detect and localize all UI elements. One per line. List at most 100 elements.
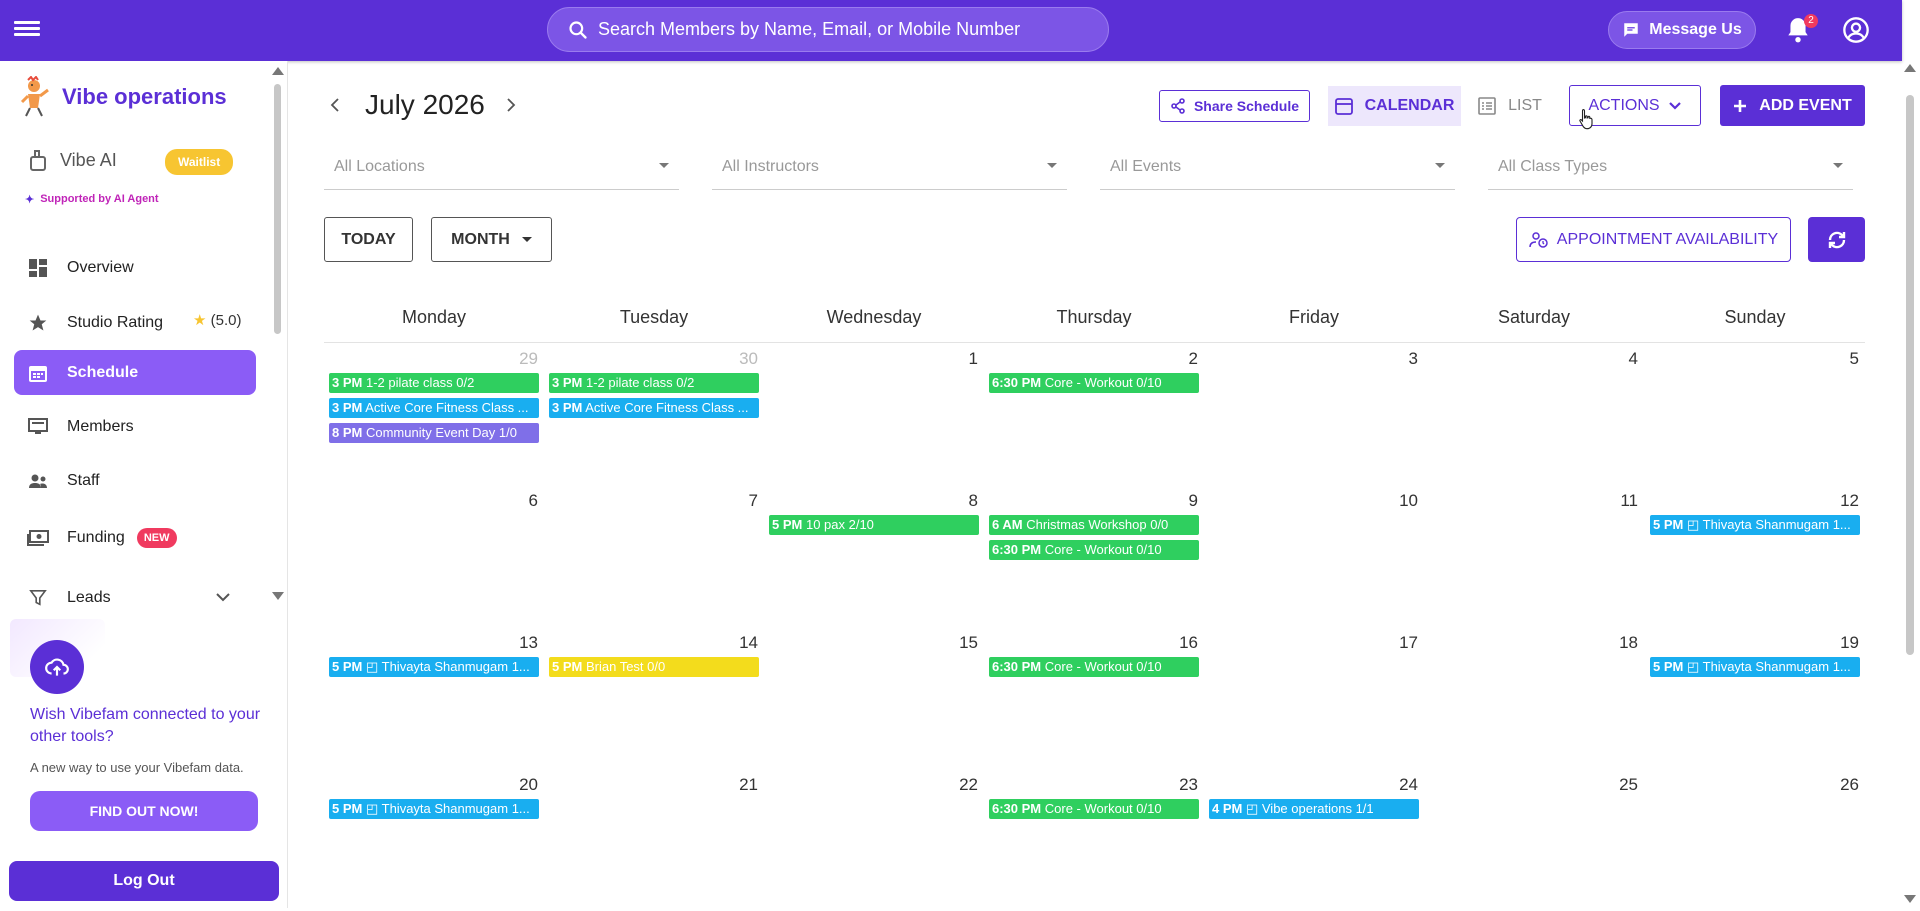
calendar-event[interactable]: 5 PM Brian Test 0/0 <box>549 657 759 677</box>
day-cell[interactable]: 29 3 PM 1-2 pilate class 0/2 3 PM Active C… <box>324 343 544 485</box>
logout-button[interactable]: Log Out <box>9 861 279 901</box>
day-number: 2 <box>1188 349 1198 368</box>
view-mode-dropdown[interactable]: MONTH <box>431 217 552 262</box>
day-cell[interactable]: 26 <box>1645 769 1865 911</box>
calendar-event[interactable]: 6:30 PM Core - Workout 0/10 <box>989 373 1199 393</box>
share-schedule-label: Share Schedule <box>1193 98 1300 114</box>
calendar-event[interactable]: 6:30 PM Core - Workout 0/10 <box>989 799 1199 819</box>
events-filter[interactable]: All Events <box>1100 145 1455 190</box>
sidebar-item-staff[interactable]: Staff <box>14 458 256 503</box>
sidebar-item-overview[interactable]: Overview <box>14 245 256 290</box>
search-placeholder: Search Members by Name, Email, or Mobile… <box>598 19 1021 39</box>
class-types-filter[interactable]: All Class Types <box>1488 145 1853 190</box>
sidebar-scroll-down-icon[interactable] <box>272 592 284 600</box>
account-circle-icon[interactable] <box>1842 16 1870 44</box>
sidebar-item-members[interactable]: Members <box>14 404 256 449</box>
sidebar-scroll-up-icon[interactable] <box>272 67 284 75</box>
sidebar-scrollbar-thumb[interactable] <box>274 84 281 334</box>
calendar-event[interactable]: 6 AM Christmas Workshop 0/0 <box>989 515 1199 535</box>
calendar-event[interactable]: 6:30 PM Core - Workout 0/10 <box>989 657 1199 677</box>
day-number: 15 <box>959 633 978 652</box>
day-number: 26 <box>1840 775 1859 794</box>
day-cell[interactable]: 5 <box>1645 343 1865 485</box>
day-cell[interactable]: 9 6 AM Christmas Workshop 0/0 6:30 PM Core… <box>984 485 1204 627</box>
add-event-button[interactable]: ADD EVENT <box>1720 85 1865 126</box>
member-search-input[interactable]: Search Members by Name, Email, or Mobile… <box>547 7 1109 52</box>
event-time: 5 PM <box>1653 517 1684 532</box>
calendar-outline-icon <box>1334 98 1353 115</box>
calendar-event[interactable]: 5 PM 10 pax 2/10 <box>769 515 979 535</box>
calendar-event[interactable]: 4 PM ◰ Vibe operations 1/1 <box>1209 799 1419 819</box>
sidebar-item-label: Funding <box>67 528 125 546</box>
calendar-event[interactable]: 5 PM ◰ Thivayta Shanmugam 1... <box>329 657 539 677</box>
day-cell[interactable]: 19 5 PM ◰ Thivayta Shanmugam 1... <box>1645 627 1865 769</box>
events-filter-value: All Events <box>1110 158 1182 175</box>
sidebar-item-funding[interactable]: Funding NEW <box>14 515 256 560</box>
day-cell[interactable]: 22 <box>764 769 984 911</box>
day-cell[interactable]: 1 <box>764 343 984 485</box>
studio-rating-value: ★ (5.0) <box>193 311 241 329</box>
sidebar-item-label: Schedule <box>67 363 139 381</box>
day-number: 17 <box>1399 633 1418 652</box>
day-cell[interactable]: 20 5 PM ◰ Thivayta Shanmugam 1... <box>324 769 544 911</box>
day-cell[interactable]: 12 5 PM ◰ Thivayta Shanmugam 1... <box>1645 485 1865 627</box>
brand[interactable]: Vibe operations <box>20 76 227 118</box>
appointment-availability-button[interactable]: APPOINTMENT AVAILABILITY <box>1516 217 1791 262</box>
share-schedule-button[interactable]: Share Schedule <box>1159 90 1310 122</box>
day-cell[interactable]: 13 5 PM ◰ Thivayta Shanmugam 1... <box>324 627 544 769</box>
day-cell[interactable]: 14 5 PM Brian Test 0/0 <box>544 627 764 769</box>
instructors-filter-value: All Instructors <box>722 158 819 175</box>
add-event-label: ADD EVENT <box>1759 96 1852 114</box>
day-cell[interactable]: 3 <box>1204 343 1424 485</box>
calendar-event[interactable]: 8 PM Community Event Day 1/0 <box>329 423 539 443</box>
previous-month-icon[interactable] <box>329 98 341 112</box>
sidebar-item-schedule[interactable]: Schedule <box>14 350 256 395</box>
calendar-event[interactable]: 3 PM Active Core Fitness Class ... <box>549 398 759 418</box>
day-cell[interactable]: 21 <box>544 769 764 911</box>
day-cell[interactable]: 23 6:30 PM Core - Workout 0/10 <box>984 769 1204 911</box>
day-cell[interactable]: 25 <box>1424 769 1644 911</box>
day-cell[interactable]: 18 <box>1424 627 1644 769</box>
dropdown-arrow-icon <box>1435 163 1445 168</box>
day-number: 8 <box>968 491 978 510</box>
calendar-event[interactable]: 5 PM ◰ Thivayta Shanmugam 1... <box>1650 515 1860 535</box>
day-cell[interactable]: 8 5 PM 10 pax 2/10 <box>764 485 984 627</box>
calendar-event[interactable]: 3 PM 1-2 pilate class 0/2 <box>329 373 539 393</box>
message-us-button[interactable]: Message Us <box>1608 11 1756 49</box>
page-scroll-down-icon[interactable] <box>1904 895 1916 903</box>
instructors-filter[interactable]: All Instructors <box>712 145 1067 190</box>
day-cell[interactable]: 7 <box>544 485 764 627</box>
day-cell[interactable]: 30 3 PM 1-2 pilate class 0/2 3 PM Active C… <box>544 343 764 485</box>
day-number: 30 <box>739 349 758 368</box>
calendar-view-label: CALENDAR <box>1364 97 1455 114</box>
vibe-ai-item[interactable]: Vibe AI <box>28 149 117 171</box>
event-title: ◰ Vibe operations 1/1 <box>1245 801 1374 816</box>
calendar-event[interactable]: 6:30 PM Core - Workout 0/10 <box>989 540 1199 560</box>
find-out-now-button[interactable]: FIND OUT NOW! <box>30 791 258 831</box>
calendar-event[interactable]: 5 PM ◰ Thivayta Shanmugam 1... <box>329 799 539 819</box>
calendar-event[interactable]: 3 PM Active Core Fitness Class ... <box>329 398 539 418</box>
page-scroll-up-icon[interactable] <box>1904 64 1916 72</box>
next-month-icon[interactable] <box>505 98 517 112</box>
day-cell[interactable]: 17 <box>1204 627 1424 769</box>
day-cell[interactable]: 4 <box>1424 343 1644 485</box>
day-cell[interactable]: 16 6:30 PM Core - Workout 0/10 <box>984 627 1204 769</box>
hamburger-menu-icon[interactable] <box>14 18 40 42</box>
chevron-down-icon[interactable] <box>216 592 230 602</box>
calendar-event[interactable]: 5 PM ◰ Thivayta Shanmugam 1... <box>1650 657 1860 677</box>
locations-filter[interactable]: All Locations <box>324 145 679 190</box>
list-view-button[interactable]: LIST <box>1472 86 1548 126</box>
day-cell[interactable]: 2 6:30 PM Core - Workout 0/10 <box>984 343 1204 485</box>
calendar-event[interactable]: 3 PM 1-2 pilate class 0/2 <box>549 373 759 393</box>
day-cell[interactable]: 6 <box>324 485 544 627</box>
day-cell[interactable]: 11 <box>1424 485 1644 627</box>
day-cell[interactable]: 15 <box>764 627 984 769</box>
calendar-view-button[interactable]: CALENDAR <box>1328 86 1461 126</box>
today-button[interactable]: TODAY <box>324 217 413 262</box>
actions-label: ACTIONS <box>1588 96 1660 114</box>
day-cell[interactable]: 10 <box>1204 485 1424 627</box>
day-cell[interactable]: 24 4 PM ◰ Vibe operations 1/1 <box>1204 769 1424 911</box>
page-scrollbar-thumb[interactable] <box>1906 95 1914 655</box>
refresh-button[interactable] <box>1808 217 1865 262</box>
calendar-icon <box>27 362 49 384</box>
